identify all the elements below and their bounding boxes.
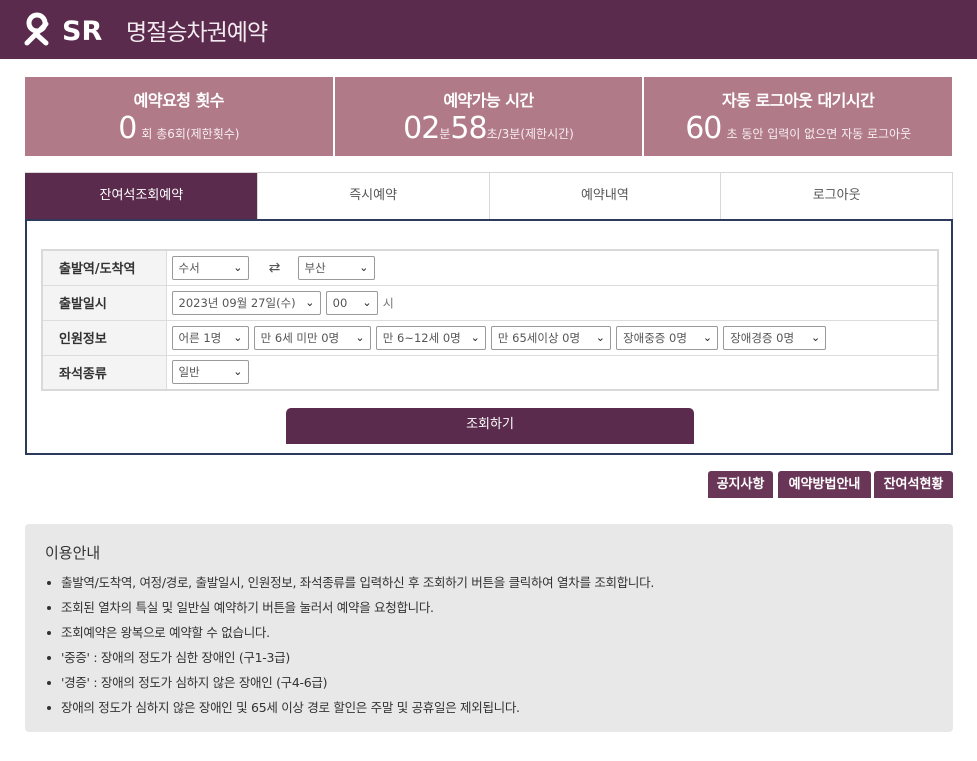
chevron-down-icon: ⌄ [810,330,821,344]
departure-station-select[interactable]: 수서 ⌄ [171,255,249,280]
adult-count-value: 어른 1명 [178,330,222,345]
status-panel: 예약요청 횟수 0 회 총6회(제한횟수) 예약가능 시간 02분58초/3분(… [25,77,953,156]
auto-logout-box: 자동 로그아웃 대기시간 60 초 동안 입력이 없으면 자동 로그아웃 [644,77,953,156]
mild-disability-value: 장애경증 0명 [730,330,795,345]
seat-label: 좌석종류 [42,355,167,390]
request-count-box: 예약요청 횟수 0 회 총6회(제한횟수) [25,77,333,156]
guide-item: 출발역/도착역, 여정/경로, 출발일시, 인원정보, 좌석종류를 입력하신 후… [45,573,933,598]
time-min-unit: 분 [439,127,451,141]
guide-list: 출발역/도착역, 여정/경로, 출발일시, 인원정보, 좌석종류를 입력하신 후… [45,573,933,723]
page-title: 명절승차권예약 [126,20,268,46]
child-6to12-value: 만 6~12세 0명 [382,330,461,345]
severe-disability-select[interactable]: 장애중증 0명 ⌄ [616,325,719,350]
date-row: 출발일시 2023년 09월 27일(수) ⌄ 00 ⌄ 시 [42,285,938,321]
header-bar: SR 명절승차권예약 [0,0,977,59]
arrival-station-value: 부산 [304,260,326,275]
guide-item: '경증' : 장애의 정도가 심하지 않은 장애인 (구4-6급) [45,673,933,698]
request-count-suffix: 회 총6회(제한횟수) [141,127,240,141]
time-minutes: 02 [403,111,440,146]
tab-remaining-seat-reservation[interactable]: 잔여석조회예약 [25,173,257,220]
seat-type-value: 일반 [178,365,200,380]
time-limit-suffix: /3분(제한시간) [497,127,574,141]
child-6to12-select[interactable]: 만 6~12세 0명 ⌄ [375,325,486,350]
tab-reservation-history[interactable]: 예약내역 [488,173,721,220]
seat-row: 좌석종류 일반 ⌄ [42,355,938,390]
auto-logout-suffix: 초 동안 입력이 없으면 자동 로그아웃 [726,127,912,141]
request-count-value: 0 [118,111,137,146]
time-limit-title: 예약가능 시간 [443,91,534,110]
seat-type-select[interactable]: 일반 ⌄ [171,360,249,385]
station-row: 출발역/도착역 수서 ⌄ ⇄ 부산 ⌄ [42,250,938,286]
tab-logout[interactable]: 로그아웃 [720,173,952,220]
time-sec-unit: 초 [486,127,498,141]
departure-date-value: 2023년 09월 27일(수) [178,295,296,310]
departure-station-value: 수서 [178,260,200,275]
guide-item: 조회된 열차의 특실 및 일반실 예약하기 버튼을 눌러서 예약을 요청합니다. [45,598,933,623]
mild-disability-select[interactable]: 장애경증 0명 ⌄ [723,325,827,350]
time-seconds: 58 [450,111,487,146]
departure-date-select[interactable]: 2023년 09월 27일(수) ⌄ [171,290,321,315]
sr-logo[interactable]: SR [24,10,108,46]
chevron-down-icon: ⌄ [702,330,713,344]
remaining-seats-button[interactable]: 잔여석현황 [874,471,953,498]
chevron-down-icon: ⌄ [233,260,243,274]
hour-unit: 시 [382,296,394,310]
search-form: 출발역/도착역 수서 ⌄ ⇄ 부산 ⌄ 출발일시 2023년 09월 27일(수) ⌄ 0… [41,249,939,391]
search-button[interactable]: 조회하기 [286,408,694,444]
arrival-station-select[interactable]: 부산 ⌄ [297,255,375,280]
child-under6-value: 만 6세 미만 0명 [260,330,340,345]
chevron-down-icon: ⌄ [355,330,365,344]
tab-instant-reservation[interactable]: 즉시예약 [256,173,489,220]
request-count-title: 예약요청 횟수 [133,91,225,110]
chevron-down-icon: ⌄ [359,260,369,274]
search-panel: 출발역/도착역 수서 ⌄ ⇄ 부산 ⌄ 출발일시 2023년 09월 27일(수) ⌄ 0… [25,219,953,455]
guide-title: 이용안내 [45,544,101,562]
chevron-down-icon: ⌄ [470,330,480,344]
guide-item: '중증' : 장애의 정도가 심한 장애인 (구1-3급) [45,648,933,673]
departure-hour-select[interactable]: 00 ⌄ [325,290,378,315]
senior-count-value: 만 65세이상 0명 [497,330,581,345]
senior-count-select[interactable]: 만 65세이상 0명 ⌄ [490,325,611,350]
auto-logout-seconds: 60 [685,111,722,146]
logo-text: SR [62,16,102,46]
usage-guide: 이용안내 출발역/도착역, 여정/경로, 출발일시, 인원정보, 좌석종류를 입… [25,524,953,732]
passenger-label: 인원정보 [42,320,167,356]
time-limit-box: 예약가능 시간 02분58초/3분(제한시간) [334,77,643,156]
station-label: 출발역/도착역 [42,250,167,286]
passenger-row: 인원정보 어른 1명 ⌄ 만 6세 미만 0명 ⌄ 만 6~12세 0명 ⌄ 만 65… [42,320,938,356]
chevron-down-icon: ⌄ [305,295,315,309]
severe-disability-value: 장애중증 0명 [623,330,687,345]
departure-hour-value: 00 [332,295,348,310]
chevron-down-icon: ⌄ [233,365,243,379]
date-label: 출발일시 [42,285,167,321]
swap-stations-icon[interactable]: ⇄ [264,260,286,276]
adult-count-select[interactable]: 어른 1명 ⌄ [171,325,249,350]
chevron-down-icon: ⌄ [233,330,243,344]
notice-button[interactable]: 공지사항 [708,471,773,498]
howto-button[interactable]: 예약방법안내 [778,471,871,498]
main-tabs: 잔여석조회예약 즉시예약 예약내역 로그아웃 [25,172,953,220]
chevron-down-icon: ⌄ [362,295,372,309]
guide-item: 조회예약은 왕복으로 예약할 수 없습니다. [45,623,933,648]
guide-item: 장애의 정도가 심하지 않은 장애인 및 65세 이상 경로 할인은 주말 및 … [45,698,933,723]
chevron-down-icon: ⌄ [595,330,605,344]
auto-logout-title: 자동 로그아웃 대기시간 [722,91,875,110]
child-under6-select[interactable]: 만 6세 미만 0명 ⌄ [253,325,371,350]
